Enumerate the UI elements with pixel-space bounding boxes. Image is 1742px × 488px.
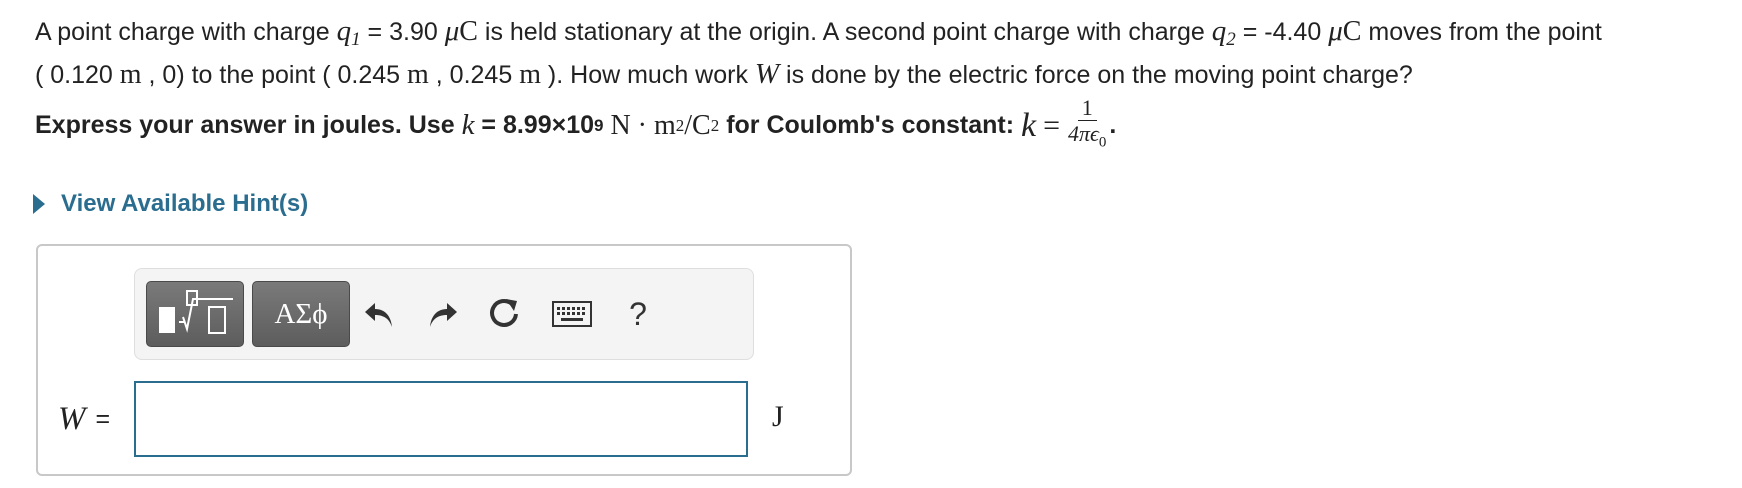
- micro-symbol: μ: [1328, 15, 1343, 47]
- answer-box: ΑΣϕ ? W = J: [36, 244, 852, 476]
- problem-statement: A point charge with charge q1 = 3.90 μC …: [35, 14, 1725, 92]
- k-value: = 8.99×10: [481, 111, 595, 140]
- equals-sign: =: [1043, 108, 1061, 142]
- undo-icon: [365, 303, 392, 327]
- math-toolbar: ΑΣϕ ?: [134, 268, 754, 360]
- k-symbol-2: k: [1021, 106, 1037, 144]
- reset-icon: [490, 298, 518, 327]
- fraction-denominator-text: 4πϵ: [1068, 121, 1099, 146]
- coulomb-unit: C: [1342, 16, 1362, 47]
- instruction-text-1: Express your answer in joules. Use: [35, 111, 455, 140]
- templates-icon: [159, 290, 233, 334]
- fraction-denominator-sub: 0: [1098, 134, 1107, 151]
- meter-unit: m: [519, 59, 541, 90]
- problem-text-3: moves from the point: [1368, 18, 1602, 46]
- k-units-exp: 2: [675, 115, 685, 135]
- redo-icon: [430, 303, 457, 327]
- q1-subscript: 1: [351, 29, 361, 50]
- k-units-b: /C: [684, 109, 711, 141]
- answer-input[interactable]: [134, 381, 748, 457]
- answer-variable: W: [58, 401, 86, 437]
- problem-text-1: A point charge with charge: [35, 18, 330, 46]
- view-hints-link[interactable]: View Available Hint(s): [33, 190, 308, 218]
- answer-unit: J: [772, 400, 784, 433]
- reset-button[interactable]: [479, 281, 529, 347]
- k-exponent: 9: [594, 115, 604, 135]
- fraction-numerator: 1: [1077, 96, 1097, 121]
- problem-text-2: is held stationary at the origin. A seco…: [484, 18, 1205, 46]
- work-symbol: W: [754, 58, 780, 90]
- answer-instruction: Express your answer in joules. Use k = 8…: [35, 96, 1116, 155]
- keyboard-button[interactable]: [547, 281, 597, 347]
- problem-text-5: is done by the electric force on the mov…: [786, 61, 1413, 89]
- instruction-period: .: [1109, 111, 1117, 140]
- answer-equals: =: [95, 405, 111, 433]
- coulomb-fraction: 1 4πϵ0: [1068, 96, 1106, 155]
- coulomb-unit: C: [459, 16, 478, 47]
- k-symbol: k: [461, 109, 475, 142]
- point2-mid: , 0.245: [435, 61, 513, 89]
- help-button[interactable]: ?: [613, 281, 663, 347]
- undo-button[interactable]: [355, 281, 405, 347]
- point1-open: ( 0.120: [35, 61, 113, 89]
- k-units-a: N · m: [610, 109, 676, 141]
- k-units-exp2: 2: [710, 115, 720, 135]
- fraction-denominator: 4πϵ0: [1068, 121, 1106, 155]
- expand-triangle-icon: [33, 194, 45, 214]
- keyboard-icon: [552, 301, 592, 327]
- q1-value: = 3.90: [367, 18, 438, 46]
- q2-subscript: 2: [1226, 29, 1236, 50]
- redo-button[interactable]: [417, 281, 467, 347]
- micro-symbol: μ: [444, 15, 460, 47]
- q1-symbol: q: [336, 15, 352, 47]
- point1-close: , 0) to the point ( 0.245: [148, 61, 401, 89]
- meter-unit: m: [119, 59, 142, 90]
- meter-unit: m: [407, 59, 429, 90]
- problem-text-4: ). How much work: [547, 61, 748, 89]
- q2-symbol: q: [1211, 15, 1227, 47]
- templates-button[interactable]: [146, 281, 244, 347]
- hint-label: View Available Hint(s): [61, 190, 309, 217]
- symbols-button[interactable]: ΑΣϕ: [252, 281, 350, 347]
- q2-value: = -4.40: [1242, 18, 1322, 46]
- answer-label: W =: [58, 401, 110, 438]
- instruction-text-2: for Coulomb's constant:: [726, 111, 1015, 140]
- help-icon: ?: [629, 295, 647, 332]
